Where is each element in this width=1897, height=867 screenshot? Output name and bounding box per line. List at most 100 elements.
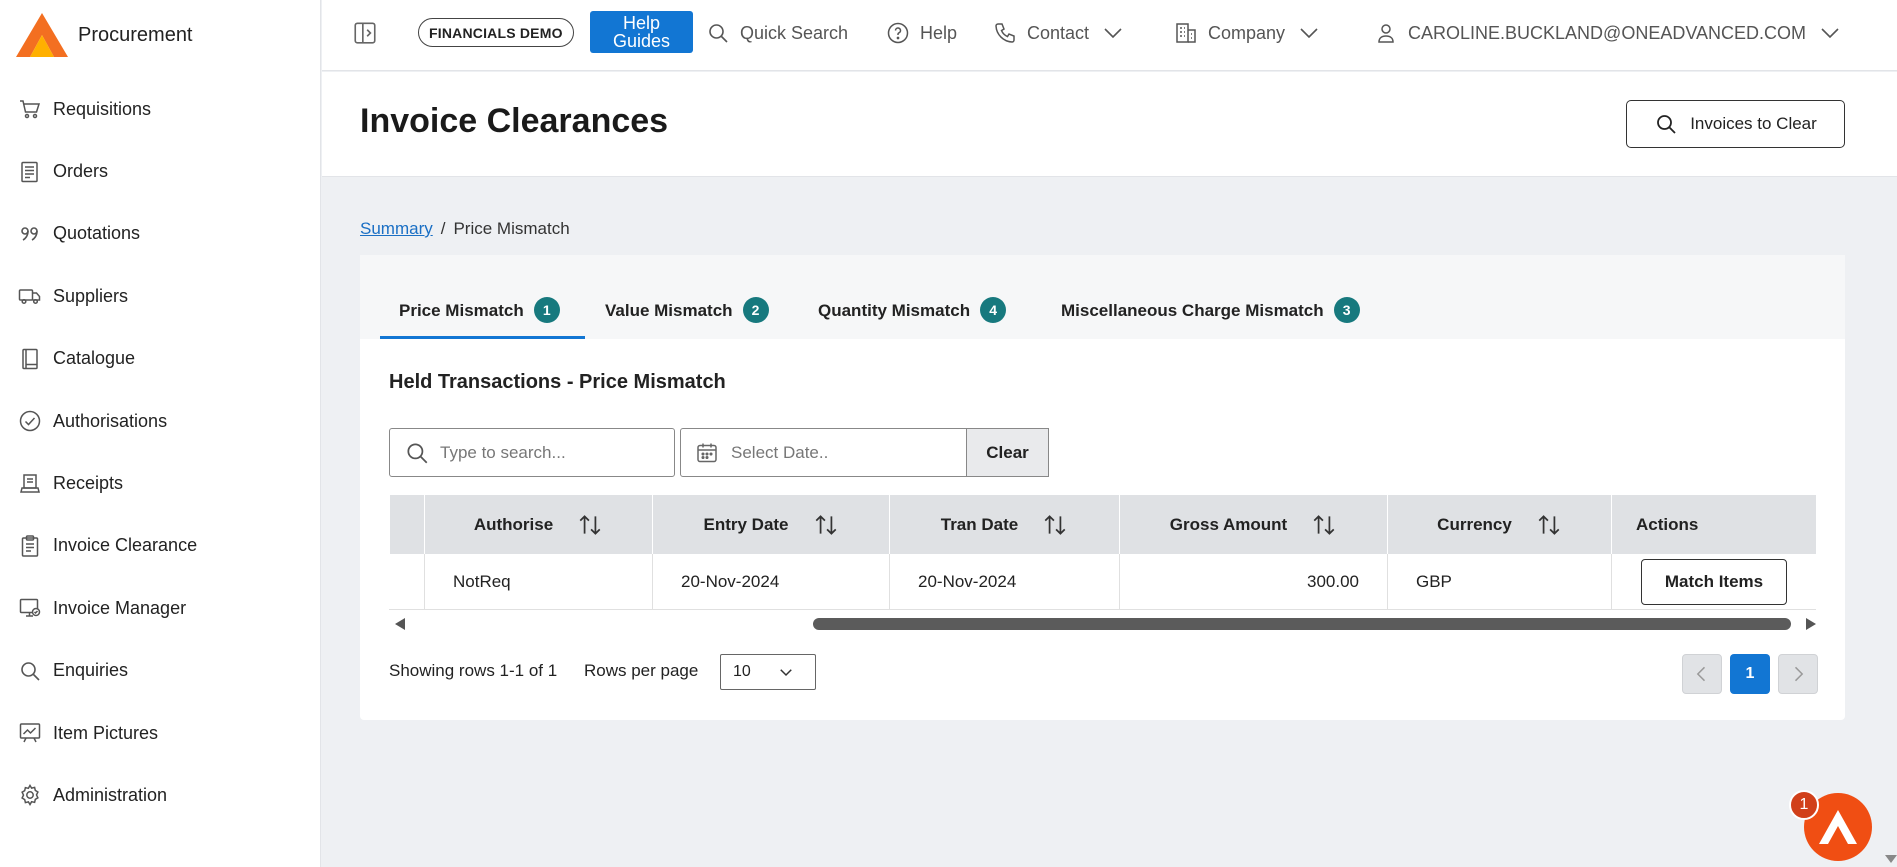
match-items-button[interactable]: Match Items — [1641, 558, 1787, 605]
sort-icon[interactable] — [1042, 512, 1068, 538]
date-field[interactable] — [680, 428, 967, 477]
search-icon — [1657, 115, 1676, 134]
held-transactions-card: Price Mismatch 1 Value Mismatch 2 Quanti… — [360, 255, 1845, 720]
sidebar-item-orders[interactable]: Orders — [0, 140, 321, 202]
horizontal-scrollbar[interactable] — [389, 615, 1816, 633]
cell-gross-amount: 300.00 — [1119, 554, 1387, 609]
chevron-down-icon — [1821, 28, 1839, 39]
sidebar-item-label: Orders — [53, 161, 109, 182]
header-entry-date[interactable]: Entry Date — [652, 495, 889, 554]
building-icon — [1176, 23, 1196, 43]
quick-search-link[interactable]: Quick Search — [706, 18, 848, 48]
breadcrumb-separator: / — [440, 219, 446, 238]
help-link[interactable]: Help — [886, 18, 957, 48]
rows-per-page-label: Rows per page — [584, 661, 699, 680]
scroll-down-arrow-icon[interactable] — [1885, 855, 1897, 863]
sort-icon[interactable] — [577, 512, 603, 538]
tab-quantity-mismatch[interactable]: Quantity Mismatch 4 — [818, 297, 1007, 339]
tab-label: Miscellaneous Charge Mismatch — [1061, 301, 1324, 320]
brand[interactable]: Procurement — [14, 10, 193, 60]
tab-value-mismatch[interactable]: Value Mismatch 2 — [605, 297, 769, 339]
header-currency[interactable]: Currency — [1387, 495, 1611, 554]
clipboard-icon — [17, 533, 43, 559]
search-input[interactable] — [440, 442, 660, 463]
header-label: Entry Date — [703, 514, 789, 534]
sort-icon[interactable] — [1311, 512, 1337, 538]
header-label: Authorise — [473, 514, 554, 534]
search-icon — [17, 658, 43, 684]
quote-icon — [17, 221, 43, 247]
sidebar-item-label: Item Pictures — [53, 722, 159, 743]
rows-summary: Showing rows 1-1 of 1 — [389, 661, 558, 680]
sidebar-item-requisitions[interactable]: Requisitions — [0, 78, 321, 140]
chart-board-icon — [17, 720, 43, 746]
contact-label: Contact — [1027, 22, 1090, 43]
sidebar-item-invoice-clearance[interactable]: Invoice Clearance — [0, 515, 321, 577]
date-input[interactable] — [731, 442, 951, 463]
page-title: Invoice Clearances — [360, 102, 669, 140]
sidebar-item-catalogue[interactable]: Catalogue — [0, 328, 321, 390]
user-email: CAROLINE.BUCKLAND@ONEADVANCED.COM — [1408, 22, 1807, 43]
chevron-down-icon — [780, 669, 792, 677]
panel-toggle-icon[interactable] — [352, 20, 378, 46]
rows-per-page-select[interactable]: 10 — [720, 654, 816, 690]
header-actions: Actions — [1611, 495, 1816, 554]
breadcrumb-summary-link[interactable]: Summary — [360, 219, 433, 238]
company-menu[interactable]: Company — [1174, 18, 1321, 48]
current-page-button[interactable]: 1 — [1730, 654, 1770, 694]
tab-count-badge: 3 — [1333, 297, 1360, 323]
cell-tran-date: 20-Nov-2024 — [889, 554, 1119, 609]
row-select-cell — [389, 554, 424, 609]
chevron-left-icon — [1696, 666, 1706, 682]
tab-label: Value Mismatch — [605, 301, 733, 320]
header-authorise[interactable]: Authorise — [424, 495, 652, 554]
environment-badge: FINANCIALS DEMO — [418, 18, 574, 47]
scroll-right-arrow-icon[interactable] — [1806, 618, 1816, 630]
cell-actions: Match Items — [1611, 554, 1816, 609]
sidebar-item-label: Invoice Clearance — [53, 535, 198, 556]
help-guides-button[interactable]: Help Guides — [590, 11, 693, 53]
sidebar-item-label: Receipts — [53, 473, 124, 494]
breadcrumb: Summary / Price Mismatch — [360, 219, 570, 239]
tab-miscellaneous-charge-mismatch[interactable]: Miscellaneous Charge Mismatch 3 — [1061, 297, 1360, 339]
user-menu[interactable]: CAROLINE.BUCKLAND@ONEADVANCED.COM — [1374, 18, 1842, 48]
clear-button[interactable]: Clear — [966, 428, 1049, 477]
tab-label: Quantity Mismatch — [818, 301, 971, 320]
contact-menu[interactable]: Contact — [993, 18, 1125, 48]
sidebar-item-enquiries[interactable]: Enquiries — [0, 640, 321, 702]
cell-currency: GBP — [1387, 554, 1611, 609]
gear-icon — [17, 782, 43, 808]
user-icon — [1378, 24, 1394, 43]
sidebar-item-suppliers[interactable]: Suppliers — [0, 265, 321, 327]
invoices-to-clear-button[interactable]: Invoices to Clear — [1626, 100, 1845, 148]
sort-icon[interactable] — [813, 512, 839, 538]
scroll-left-arrow-icon[interactable] — [395, 618, 405, 630]
previous-page-button[interactable] — [1682, 654, 1722, 694]
chevron-down-icon — [1104, 28, 1122, 39]
help-label: Help — [920, 22, 958, 43]
table-row[interactable]: NotReq 20-Nov-2024 20-Nov-2024 300.00 GB… — [389, 554, 1816, 610]
sidebar-item-quotations[interactable]: Quotations — [0, 203, 321, 265]
header-tran-date[interactable]: Tran Date — [889, 495, 1119, 554]
sidebar-item-label: Administration — [53, 784, 168, 805]
header-label: Actions — [1636, 514, 1699, 534]
receipt-icon — [17, 471, 43, 497]
scrollbar-thumb[interactable] — [813, 618, 1791, 630]
tab-price-mismatch[interactable]: Price Mismatch 1 — [380, 297, 585, 339]
search-field[interactable] — [389, 428, 675, 477]
chevron-down-icon — [1300, 28, 1318, 39]
advanced-logo-icon — [16, 13, 68, 57]
check-circle-icon — [17, 408, 43, 434]
sidebar-item-receipts[interactable]: Receipts — [0, 452, 321, 514]
tab-count-badge: 2 — [742, 297, 769, 323]
sidebar-item-invoice-manager[interactable]: Invoice Manager — [0, 577, 321, 639]
sidebar-nav: Requisitions Orders Quotations Suppliers… — [0, 78, 321, 827]
sidebar-item-authorisations[interactable]: Authorisations — [0, 390, 321, 452]
header-gross-amount[interactable]: Gross Amount — [1119, 495, 1387, 554]
sidebar-item-administration[interactable]: Administration — [0, 764, 321, 826]
sort-icon[interactable] — [1536, 512, 1562, 538]
sidebar-item-label: Quotations — [53, 223, 141, 244]
table-header: Authorise Entry Date Tran Date Gross Amo… — [389, 495, 1816, 554]
sidebar-item-item-pictures[interactable]: Item Pictures — [0, 702, 321, 764]
next-page-button[interactable] — [1778, 654, 1818, 694]
